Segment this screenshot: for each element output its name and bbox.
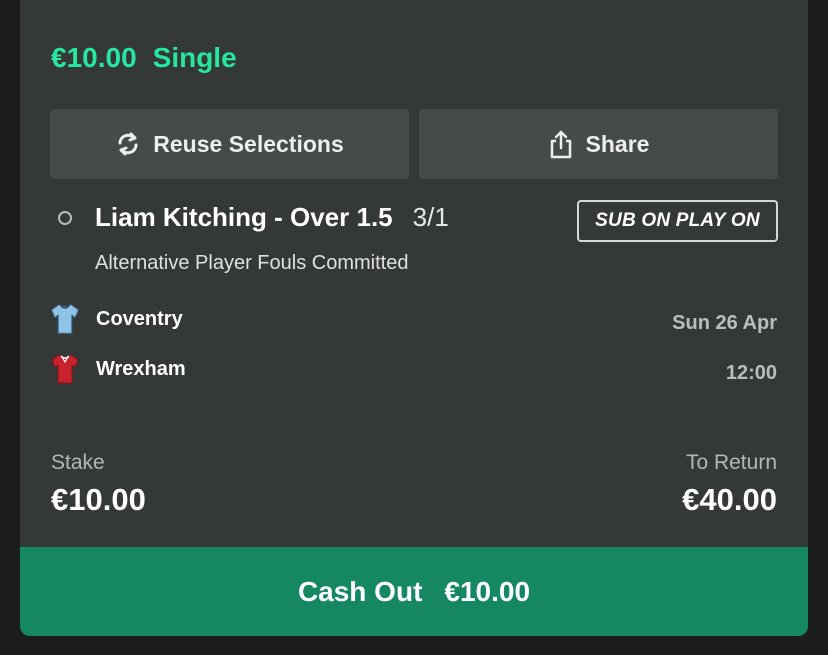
sub-on-play-on-badge: SUB ON PLAY ON — [577, 200, 778, 242]
to-return-value: €40.00 — [682, 482, 777, 517]
share-button[interactable]: Share — [419, 109, 778, 179]
selection-status-icon — [58, 211, 72, 225]
selection-odds: 3/1 — [412, 202, 449, 232]
shirt-icon — [51, 304, 79, 334]
cash-out-value: €10.00 — [444, 575, 531, 607]
bet-header: €10.00 Single — [51, 40, 237, 76]
reuse-selections-button[interactable]: Reuse Selections — [50, 109, 409, 179]
event-date: Sun 26 Apr — [672, 312, 777, 334]
to-return-label: To Return — [685, 451, 777, 474]
cash-out-label: Cash Out — [297, 575, 423, 607]
away-team-name: Wrexham — [96, 357, 186, 380]
reuse-selections-label: Reuse Selections — [153, 130, 344, 157]
event-time: 12:00 — [725, 362, 777, 384]
shirt-icon — [51, 354, 79, 384]
cash-out-button[interactable]: Cash Out €10.00 — [20, 547, 808, 636]
stake-value: €10.00 — [51, 482, 146, 517]
home-team-name: Coventry — [96, 307, 183, 330]
bet-type: Single — [152, 42, 237, 73]
share-icon — [550, 130, 571, 159]
selection-name: Liam Kitching - Over 1.5 — [95, 202, 393, 232]
away-team-row: Wrexham — [50, 352, 186, 386]
refresh-icon — [118, 132, 138, 156]
share-label: Share — [585, 130, 650, 157]
bet-stake-amount: €10.00 — [51, 42, 137, 73]
home-team-row: Coventry — [50, 302, 183, 336]
selection-market: Alternative Player Fouls Committed — [95, 252, 409, 274]
stake-label: Stake — [51, 451, 105, 474]
selection-row: Liam Kitching - Over 1.5 3/1 — [95, 202, 449, 236]
bet-card: €10.00 Single Reuse Selections Share Lia… — [20, 0, 808, 636]
